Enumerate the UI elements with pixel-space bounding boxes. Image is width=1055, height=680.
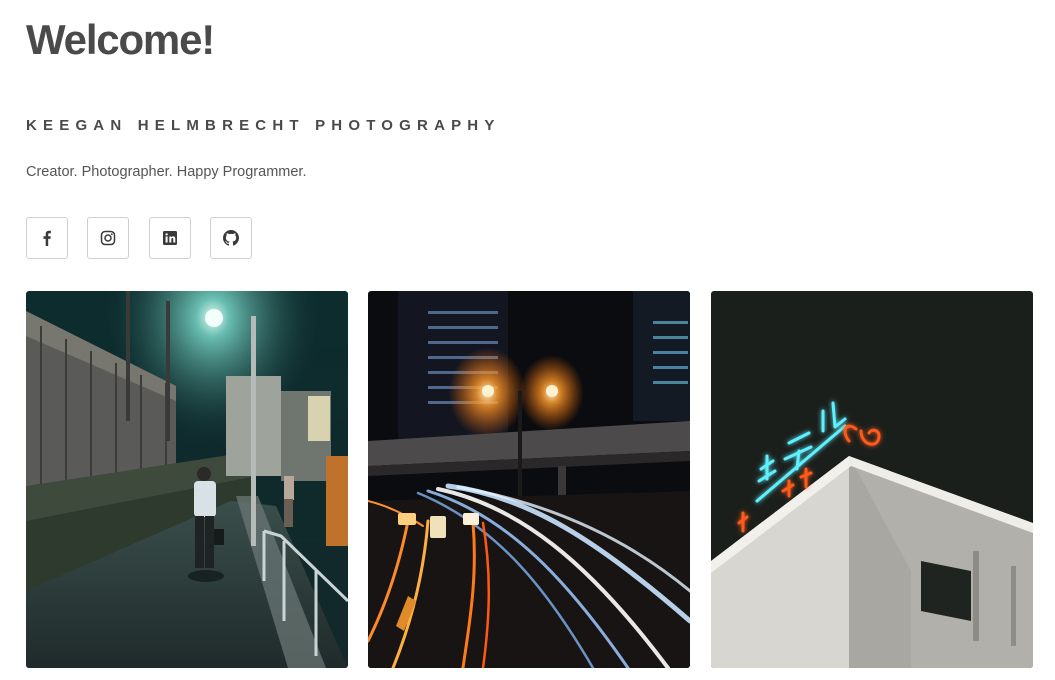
highway-night-photo [368,291,690,668]
site-subtitle: KEEGAN HELMBRECHT PHOTOGRAPHY [26,117,501,134]
github-icon [223,230,239,246]
photo-gallery [26,291,1033,668]
instagram-icon [100,230,116,246]
alley-night-photo [26,291,348,668]
instagram-button[interactable] [87,217,129,259]
gallery-photo[interactable] [368,291,690,668]
tagline: Creator. Photographer. Happy Programmer. [26,164,307,180]
gallery-photo[interactable] [26,291,348,668]
facebook-icon [39,230,55,246]
neon-hotel-photo [711,291,1033,668]
linkedin-icon [162,230,178,246]
facebook-button[interactable] [26,217,68,259]
gallery-photo[interactable] [711,291,1033,668]
linkedin-button[interactable] [149,217,191,259]
page-title: Welcome! [26,16,215,63]
github-button[interactable] [210,217,252,259]
